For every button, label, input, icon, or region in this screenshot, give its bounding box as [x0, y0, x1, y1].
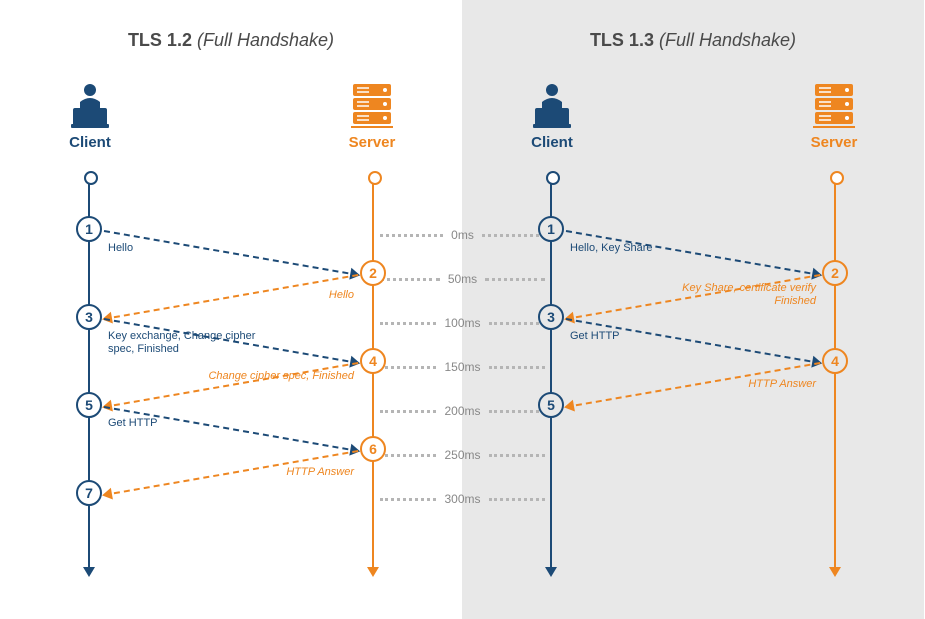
- sequence-node-tls12-2: 2: [360, 260, 386, 286]
- sequence-node-tls13-2: 2: [822, 260, 848, 286]
- timeline-label-1: 50ms: [440, 272, 485, 286]
- timeline-row-1: 50ms: [380, 272, 545, 286]
- panel-title-tls13: TLS 1.3 (Full Handshake): [462, 30, 924, 51]
- timeline-row-2: 100ms: [380, 316, 545, 330]
- message-label-tls12-3: Key exchange, Change cipher spec, Finish…: [108, 330, 258, 356]
- sequence-node-tls12-4: 4: [360, 348, 386, 374]
- message-label-tls12-6: HTTP Answer: [286, 466, 354, 479]
- actor-client-tls12: Client: [50, 80, 130, 151]
- message-arrow-tls12-1: [104, 230, 358, 276]
- message-arrow-tls12-4: [104, 362, 358, 408]
- sequence-node-tls12-5: 5: [76, 392, 102, 418]
- message-label-tls12-4: Change cipher spec, Finished: [208, 370, 354, 383]
- timeline-row-0: 0ms: [380, 228, 545, 242]
- panel-tls12: TLS 1.2 (Full Handshake) Client Serve: [0, 0, 462, 619]
- timeline-row-5: 250ms: [380, 448, 545, 462]
- message-label-tls13-3: Get HTTP: [570, 330, 620, 343]
- timeline-label-2: 100ms: [436, 316, 488, 330]
- server-label: Server: [332, 134, 412, 151]
- sequence-node-tls13-1: 1: [538, 216, 564, 242]
- timeline-row-6: 300ms: [380, 492, 545, 506]
- sequence-node-tls12-1: 1: [76, 216, 102, 242]
- timeline-label-3: 150ms: [436, 360, 488, 374]
- client-label: Client: [512, 134, 592, 151]
- sequence-node-tls13-3: 3: [538, 304, 564, 330]
- sequence-node-tls12-6: 6: [360, 436, 386, 462]
- timeline-label-0: 0ms: [443, 228, 482, 242]
- client-label: Client: [50, 134, 130, 151]
- sequence-node-tls13-5: 5: [538, 392, 564, 418]
- message-label-tls12-2: Hello: [329, 289, 354, 302]
- timeline-label-5: 250ms: [436, 448, 488, 462]
- sequence-node-tls12-3: 3: [76, 304, 102, 330]
- actor-server-tls12: Server: [332, 80, 412, 151]
- sequence-node-tls12-7: 7: [76, 480, 102, 506]
- client-icon: [65, 80, 115, 130]
- message-label-tls12-5: Get HTTP: [108, 417, 158, 430]
- message-label-tls13-4: HTTP Answer: [748, 378, 816, 391]
- actor-client-tls13: Client: [512, 80, 592, 151]
- message-arrow-tls12-2: [104, 274, 358, 320]
- message-label-tls13-1: Hello, Key Share: [570, 242, 653, 255]
- client-icon: [527, 80, 577, 130]
- timeline-row-3: 150ms: [380, 360, 545, 374]
- message-label-tls13-2: Key Share, certificate verify Finished: [666, 282, 816, 308]
- sequence-node-tls13-4: 4: [822, 348, 848, 374]
- timeline-row-4: 200ms: [380, 404, 545, 418]
- actor-server-tls13: Server: [794, 80, 874, 151]
- server-icon: [809, 80, 859, 130]
- timeline-label-4: 200ms: [436, 404, 488, 418]
- panel-tls13: TLS 1.3 (Full Handshake) Client Serve: [462, 0, 924, 619]
- lifeline-server-tls13: [834, 175, 836, 575]
- lifeline-server-tls12: [372, 175, 374, 575]
- server-icon: [347, 80, 397, 130]
- server-label: Server: [794, 134, 874, 151]
- timeline-label-6: 300ms: [436, 492, 488, 506]
- panel-title-tls12: TLS 1.2 (Full Handshake): [0, 30, 462, 51]
- message-label-tls12-1: Hello: [108, 242, 133, 255]
